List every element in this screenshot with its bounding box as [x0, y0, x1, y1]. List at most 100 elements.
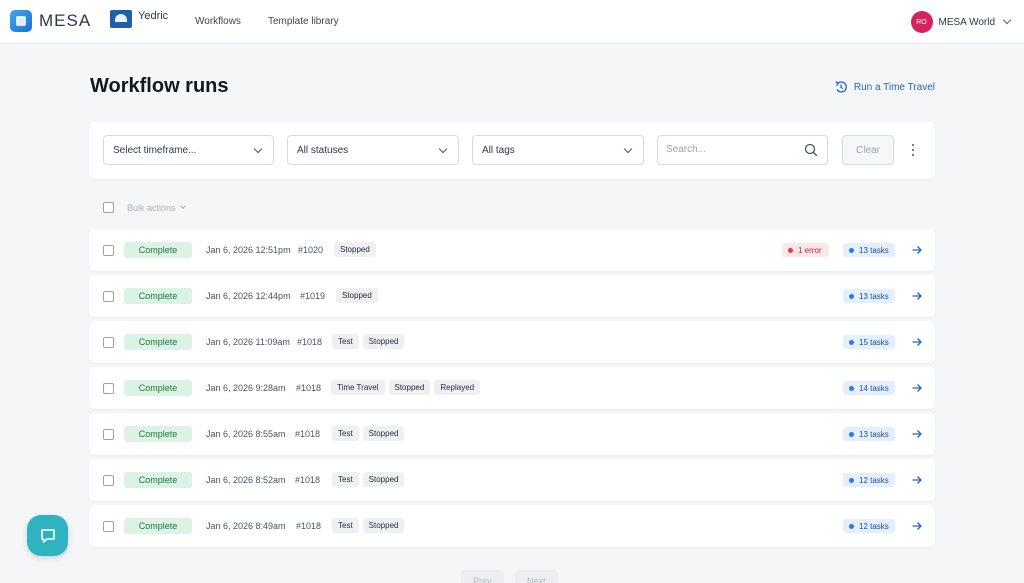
run-tags: Test Stopped — [332, 472, 408, 487]
task-count-badge: 13 tasks — [843, 289, 895, 303]
nav-link-template-library[interactable]: Template library — [268, 16, 339, 27]
run-tags: Test Stopped — [332, 426, 408, 441]
row-checkbox[interactable] — [103, 429, 114, 440]
table-row[interactable]: Complete Jan 6, 2026 12:44pm #1019 Stopped 1… — [89, 275, 935, 317]
mesa-logo[interactable]: MESA — [10, 10, 91, 32]
run-number: #1018 — [296, 383, 322, 393]
table-row[interactable]: Complete Jan 6, 2026 11:09am #1018 Test Stop… — [89, 321, 935, 363]
task-dot-icon — [849, 523, 854, 529]
store-switcher[interactable]: Yedric — [110, 10, 168, 28]
run-date: Jan 6, 2026 12:44pm — [206, 291, 291, 301]
chevron-down-icon — [253, 144, 263, 154]
arrow-right-icon[interactable] — [911, 474, 923, 486]
select-all-checkbox[interactable] — [103, 202, 114, 213]
table-row[interactable]: Complete Jan 6, 2026 8:52am #1018 Test Stopp… — [89, 459, 935, 501]
task-dot-icon — [849, 431, 854, 437]
table-row[interactable]: Complete Jan 6, 2026 9:28am #1018 Time Trav… — [89, 367, 935, 409]
task-count: 12 tasks — [859, 475, 889, 485]
search-icon[interactable] — [804, 143, 818, 157]
top-navigation: MESA Yedric Workflows Template library R… — [0, 0, 1024, 44]
arrow-right-icon[interactable] — [911, 244, 923, 256]
task-count: 14 tasks — [859, 383, 889, 393]
task-dot-icon — [849, 385, 854, 391]
status-badge: Complete — [124, 242, 192, 258]
row-checkbox[interactable] — [103, 383, 114, 394]
run-tags: Test Stopped — [332, 518, 408, 533]
tag-badge: Replayed — [434, 380, 481, 395]
arrow-right-icon[interactable] — [911, 520, 923, 532]
more-options-icon[interactable] — [911, 144, 915, 156]
task-count: 12 tasks — [859, 521, 889, 531]
chevron-down-icon — [1002, 15, 1012, 25]
run-tags: Test Stopped — [332, 334, 408, 349]
run-number: #1020 — [298, 245, 324, 255]
time-travel-icon — [835, 81, 847, 93]
search-box — [657, 135, 828, 165]
row-checkbox[interactable] — [103, 475, 114, 486]
arrow-right-icon[interactable] — [911, 382, 923, 394]
error-badge[interactable]: 1 error — [782, 243, 829, 257]
store-name: Yedric — [138, 10, 169, 22]
nav-link-workflows[interactable]: Workflows — [195, 16, 241, 27]
status-badge: Complete — [124, 472, 192, 488]
tags-select[interactable]: All tags — [472, 135, 644, 165]
table-row[interactable]: Complete Jan 6, 2026 8:55am #1018 Test Stopp… — [89, 413, 935, 455]
chat-support-button[interactable] — [27, 515, 68, 556]
arrow-right-icon[interactable] — [911, 336, 923, 348]
task-count-badge: 14 tasks — [843, 381, 895, 395]
prev-page-button[interactable]: Prev — [461, 570, 504, 583]
run-tags: Stopped — [336, 288, 382, 303]
task-count-badge: 13 tasks — [843, 243, 895, 257]
next-page-button[interactable]: Next — [515, 570, 558, 583]
run-date: Jan 6, 2026 9:28am — [206, 383, 286, 393]
task-dot-icon — [849, 247, 854, 253]
run-date: Jan 6, 2026 8:52am — [206, 475, 286, 485]
task-count-badge: 15 tasks — [843, 335, 895, 349]
row-checkbox[interactable] — [103, 337, 114, 348]
bulk-actions-dropdown[interactable]: Bulk actions — [127, 203, 176, 213]
run-date: Jan 6, 2026 12:51pm — [206, 245, 291, 255]
mesa-logo-icon — [10, 10, 32, 32]
status-badge: Complete — [124, 380, 192, 396]
task-count: 13 tasks — [859, 291, 889, 301]
arrow-right-icon[interactable] — [911, 428, 923, 440]
row-checkbox[interactable] — [103, 245, 114, 256]
tag-badge: Stopped — [362, 426, 405, 441]
timeframe-select-value: Select timeframe... — [113, 145, 197, 156]
task-count: 13 tasks — [859, 245, 889, 255]
task-count-badge: 13 tasks — [843, 427, 895, 441]
run-time-travel-link[interactable]: Run a Time Travel — [834, 80, 935, 94]
task-dot-icon — [849, 293, 854, 299]
store-icon — [110, 10, 132, 28]
run-number: #1018 — [297, 337, 323, 347]
status-select[interactable]: All statuses — [287, 135, 459, 165]
run-time-travel-label: Run a Time Travel — [853, 81, 935, 93]
search-input[interactable] — [666, 144, 796, 155]
table-row[interactable]: Complete Jan 6, 2026 8:49am #1018 Test Stopp… — [89, 505, 935, 547]
chevron-down-icon — [623, 144, 633, 154]
tag-badge: Test — [332, 426, 359, 441]
status-badge: Complete — [124, 426, 192, 442]
status-badge: Complete — [124, 518, 192, 534]
row-checkbox[interactable] — [103, 521, 114, 532]
row-checkbox[interactable] — [103, 291, 114, 302]
chat-bubble-icon — [40, 528, 55, 543]
brand-name: MESA — [39, 11, 92, 30]
bulk-actions-bar: Bulk actions — [103, 202, 186, 213]
clear-button[interactable]: Clear — [842, 135, 894, 165]
table-row[interactable]: Complete Jan 6, 2026 12:51pm #1020 Stopped 1… — [89, 229, 935, 271]
account-menu[interactable]: RO MESA World — [910, 11, 1012, 33]
page-title: Workflow runs — [90, 75, 229, 97]
tag-badge: Stopped — [336, 288, 378, 303]
run-number: #1019 — [300, 291, 326, 301]
run-number: #1018 — [295, 475, 321, 485]
run-tags: Stopped — [334, 242, 380, 257]
avatar: RO — [910, 11, 933, 33]
arrow-right-icon[interactable] — [911, 290, 923, 302]
tag-badge: Test — [332, 334, 359, 349]
status-badge: Complete — [124, 288, 192, 304]
filter-bar: Select timeframe... All statuses All tag… — [89, 122, 935, 179]
timeframe-select[interactable]: Select timeframe... — [103, 135, 274, 165]
tag-badge: Test — [332, 518, 359, 533]
run-tags: Time Travel Stopped Replayed — [331, 380, 484, 395]
